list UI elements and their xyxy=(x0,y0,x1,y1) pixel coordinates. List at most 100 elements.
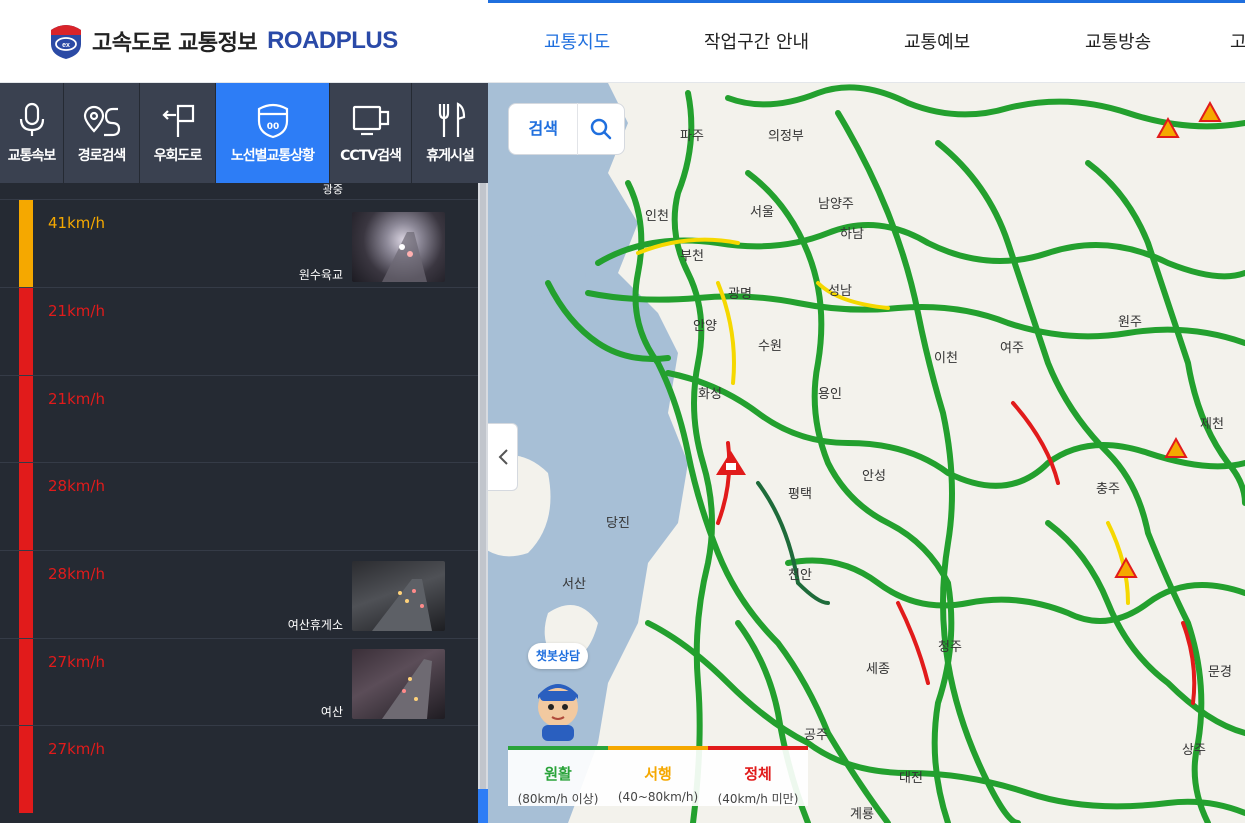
menu-traffic-forecast[interactable]: 교통예보 xyxy=(904,28,970,54)
legend-range: (40~80km/h) xyxy=(617,790,699,804)
tab-label: 노선별교통상황 xyxy=(230,148,315,164)
accident-marker[interactable] xyxy=(716,451,746,475)
camera-name: 광중 xyxy=(322,183,343,196)
cctv-thumbnail[interactable] xyxy=(352,649,445,719)
place-label: 여주 xyxy=(1000,341,1024,356)
place-label: 화성 xyxy=(698,387,722,402)
traffic-legend: 원활 (80km/h 이상) 서행 (40~80km/h) 정체 (40km/h… xyxy=(508,746,808,806)
segment-speed: 27km/h xyxy=(48,653,105,671)
search-label[interactable]: 검색 xyxy=(509,103,579,155)
camera-name: 원수육교 xyxy=(298,268,343,282)
place-label: 용인 xyxy=(818,387,842,402)
search-icon xyxy=(590,118,612,140)
detour-arrow-icon xyxy=(161,104,194,137)
list-item[interactable]: 28km/h 여산휴게소 xyxy=(0,550,478,638)
camera-name: 여산휴게소 xyxy=(287,618,343,632)
tab-detour[interactable]: 우회도로 xyxy=(140,83,216,183)
cctv-monitor-icon xyxy=(352,105,389,136)
legend-name: 서행 xyxy=(644,765,672,783)
menu-traffic-broadcast[interactable]: 교통방송 xyxy=(1085,28,1151,54)
place-label: 평택 xyxy=(788,487,812,502)
route-pin-icon xyxy=(83,105,120,137)
logo-korean-text: 고속도로 교통정보 xyxy=(92,31,258,56)
legend-range: (40km/h 미만) xyxy=(717,792,799,806)
place-label: 세종 xyxy=(866,662,890,677)
menu-traffic-map[interactable]: 교통지도 xyxy=(544,28,610,54)
tab-label: 휴게시설 xyxy=(426,148,475,164)
logo-roadplus-text: ROADPLUS xyxy=(267,27,398,54)
place-label: 상주 xyxy=(1182,743,1206,758)
sidebar-tabs: 교통속보 경로검색 우회도로 00 노선별교통상황 CCTV검색 휴게시설 xyxy=(0,83,488,183)
chatbot-mascot-icon xyxy=(538,684,578,741)
place-label: 원주 xyxy=(1118,315,1142,330)
work-zone-marker[interactable] xyxy=(1114,556,1138,578)
legend-jam: 정체 (40km/h 미만) xyxy=(708,746,808,806)
list-item[interactable]: 27km/h 여산 xyxy=(0,638,478,726)
segment-speed: 21km/h xyxy=(48,390,105,408)
place-label: 부천 xyxy=(680,249,704,264)
tab-label: 경로검색 xyxy=(77,148,127,164)
tab-route-search[interactable]: 경로검색 xyxy=(64,83,140,183)
top-navigation-bar: ex 고속도로 교통정보 ROADPLUS 교통지도 작업구간 안내 교통예보 … xyxy=(0,0,1245,83)
place-label: 의정부 xyxy=(768,129,804,144)
route-segment-list[interactable]: 광중 41km/h 원수육교 21km/h 21km/h 28km/h 28km… xyxy=(0,183,478,823)
work-zone-marker[interactable] xyxy=(1164,436,1188,458)
collapse-panel-button[interactable] xyxy=(488,423,518,491)
tab-rest-area[interactable]: 휴게시설 xyxy=(412,83,488,183)
cctv-road-image xyxy=(372,579,432,631)
traffic-status-bar xyxy=(19,288,33,375)
site-logo[interactable]: ex 고속도로 교통정보 ROADPLUS xyxy=(48,22,398,60)
menu-truncated-item[interactable]: 고 xyxy=(1230,28,1245,54)
legend-slow: 서행 (40~80km/h) xyxy=(608,746,708,806)
place-label: 남양주 xyxy=(818,197,854,212)
search-button[interactable] xyxy=(578,103,624,155)
scrollbar-thumb[interactable] xyxy=(480,183,486,823)
traffic-map[interactable]: 파주 의정부 인천 서울 남양주 하남 부천 성남 광명 안양 수원 원주 여주… xyxy=(488,83,1245,823)
microphone-icon xyxy=(19,102,44,136)
legend-range: (80km/h 이상) xyxy=(517,792,599,806)
segment-speed: 41km/h xyxy=(48,214,105,232)
place-label: 파주 xyxy=(680,129,704,144)
legend-smooth: 원활 (80km/h 이상) xyxy=(508,746,608,806)
traffic-status-bar xyxy=(19,551,33,638)
traffic-status-bar xyxy=(19,463,33,550)
place-label: 충주 xyxy=(1096,482,1120,497)
legend-name: 원활 xyxy=(544,765,572,783)
tab-cctv-search[interactable]: CCTV검색 xyxy=(330,83,412,183)
chatbot-widget[interactable]: 챗봇상담 xyxy=(528,643,588,743)
list-scrollbar[interactable] xyxy=(478,183,488,823)
place-label: 서산 xyxy=(562,577,586,592)
place-label: 수원 xyxy=(758,339,782,354)
chatbot-label[interactable]: 챗봇상담 xyxy=(528,643,588,669)
tab-route-traffic[interactable]: 00 노선별교통상황 xyxy=(216,83,330,183)
tab-label: CCTV검색 xyxy=(340,148,402,164)
segment-speed: 27km/h xyxy=(48,740,105,758)
segment-speed: 28km/h xyxy=(48,477,105,495)
traffic-status-bar xyxy=(19,200,33,287)
traffic-status-bar xyxy=(19,639,33,726)
list-item[interactable]: 28km/h xyxy=(0,462,478,550)
place-label: 대전 xyxy=(899,771,923,786)
cctv-thumbnail[interactable] xyxy=(352,212,445,282)
place-label: 인천 xyxy=(645,209,669,224)
svg-text:ex: ex xyxy=(62,42,70,49)
work-zone-marker[interactable] xyxy=(1198,100,1222,122)
list-item[interactable]: 21km/h xyxy=(0,375,478,463)
map-search-box[interactable]: 검색 xyxy=(508,103,625,155)
list-item[interactable]: 27km/h xyxy=(0,725,478,813)
place-label: 하남 xyxy=(840,227,864,242)
tab-traffic-news[interactable]: 교통속보 xyxy=(0,83,64,183)
place-label: 안양 xyxy=(693,319,717,334)
cctv-thumbnail[interactable] xyxy=(352,561,445,631)
sea-area xyxy=(488,83,688,823)
list-item[interactable]: 21km/h xyxy=(0,287,478,375)
place-label: 계룡 xyxy=(850,807,874,822)
place-label: 공주 xyxy=(804,728,828,743)
segment-speed: 28km/h xyxy=(48,565,105,583)
place-label: 천안 xyxy=(788,568,812,583)
menu-work-zone[interactable]: 작업구간 안내 xyxy=(704,28,809,54)
place-label: 청주 xyxy=(938,640,962,655)
list-item[interactable]: 41km/h 원수육교 xyxy=(0,199,478,287)
place-label: 광명 xyxy=(728,287,752,302)
highway-shield-icon: 00 xyxy=(257,103,288,139)
